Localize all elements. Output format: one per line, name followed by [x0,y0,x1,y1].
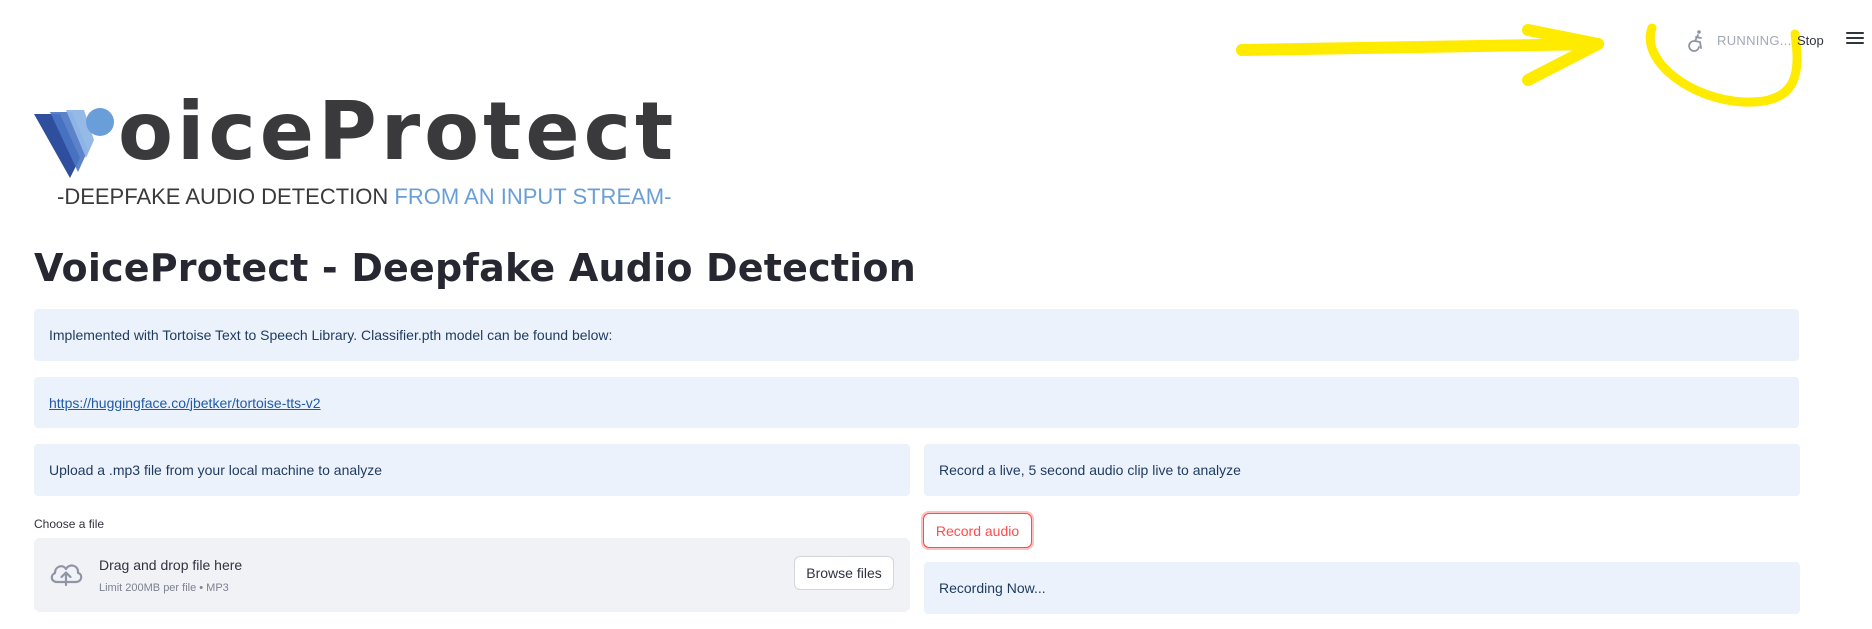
upload-prompt-box: Upload a .mp3 file from your local machi… [34,444,910,496]
drag-drop-text: Drag and drop file here [99,557,243,573]
tagline-dark-part: -DEEPFAKE AUDIO DETECTION [57,184,395,209]
page-title: VoiceProtect - Deepfake Audio Detection [34,246,916,290]
file-dropzone[interactable]: Drag and drop file here Limit 200MB per … [34,538,910,612]
record-audio-button[interactable]: Record audio [923,513,1032,548]
running-status: RUNNING... [1717,33,1792,48]
implementation-info: Implemented with Tortoise Text to Speech… [34,309,1799,361]
annotation-arrow-head [1522,24,1604,86]
upload-prompt-text: Upload a .mp3 file from your local machi… [49,462,383,478]
implementation-text: Implemented with Tortoise Text to Speech… [49,327,613,343]
running-person-icon [1688,30,1702,52]
logo-v-mark [34,108,114,178]
model-link-box: https://huggingface.co/jbetker/tortoise-… [34,377,1799,428]
file-limit-text: Limit 200MB per file • MP3 [99,582,229,594]
recording-status-text: Recording Now... [939,580,1046,596]
cloud-upload-icon [50,564,83,587]
model-link[interactable]: https://huggingface.co/jbetker/tortoise-… [49,395,321,411]
logo-wordmark: oiceProtect [118,85,678,178]
browse-files-button[interactable]: Browse files [794,556,894,590]
record-prompt-text: Record a live, 5 second audio clip live … [939,462,1241,478]
recording-status-box: Recording Now... [924,562,1800,614]
record-prompt-box: Record a live, 5 second audio clip live … [924,444,1800,496]
tagline-blue-part: FROM AN INPUT STREAM- [394,184,672,209]
hamburger-menu-icon[interactable] [1846,32,1864,48]
annotation-arrow-shaft [1236,38,1604,56]
stop-button[interactable]: Stop [1797,33,1824,48]
file-uploader-label: Choose a file [34,517,105,531]
voiceprotect-logo: oiceProtect -DEEPFAKE AUDIO DETECTION FR… [32,92,673,220]
logo-tagline: -DEEPFAKE AUDIO DETECTION FROM AN INPUT … [57,184,671,210]
